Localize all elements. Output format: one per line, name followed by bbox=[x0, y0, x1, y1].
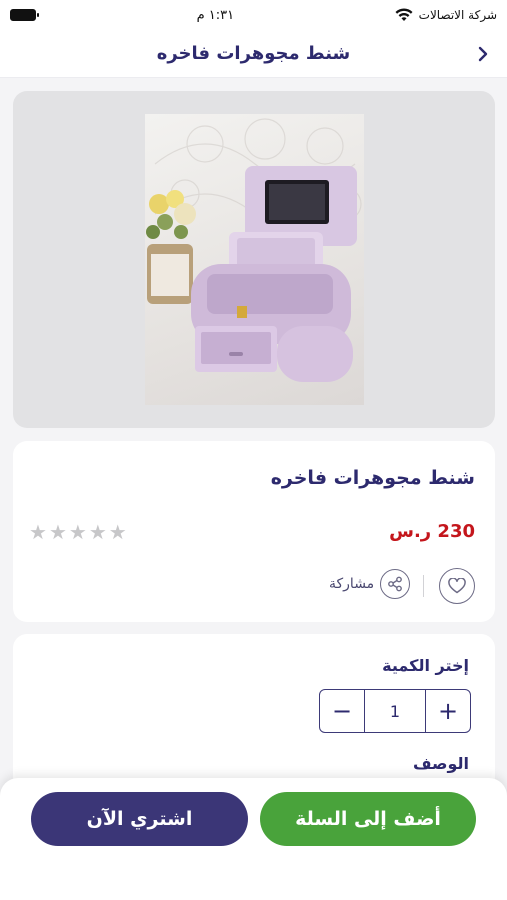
star-icon: ★ bbox=[88, 520, 107, 544]
share-button[interactable]: مشاركة bbox=[329, 569, 411, 599]
favorite-button[interactable] bbox=[439, 568, 475, 604]
bottom-action-bar: اشتري الآن أضف إلى السلة bbox=[0, 778, 507, 900]
quantity-value[interactable]: 1 bbox=[364, 690, 426, 732]
carrier-name: شركة الاتصالات bbox=[418, 8, 497, 22]
star-icon: ★ bbox=[29, 520, 47, 544]
share-icon bbox=[380, 569, 411, 599]
decrease-button[interactable]: − bbox=[320, 690, 364, 732]
description-label: الوصف bbox=[412, 754, 469, 773]
quantity-label: إختر الكمية bbox=[382, 656, 469, 675]
nav-bar: شنط مجوهرات فاخره bbox=[0, 30, 507, 78]
star-icon: ★ bbox=[108, 520, 127, 544]
star-icon: ★ bbox=[68, 520, 87, 544]
status-right: شركة الاتصالات bbox=[395, 8, 497, 22]
chevron-right-icon bbox=[478, 46, 488, 62]
product-price: 230 ر.س bbox=[389, 521, 475, 542]
rating-stars[interactable]: ★ ★ ★ ★ ★ bbox=[29, 521, 127, 543]
jewelry-box-illustration bbox=[146, 118, 362, 382]
buy-now-button[interactable]: اشتري الآن bbox=[31, 792, 248, 846]
star-icon: ★ bbox=[48, 520, 67, 544]
increase-button[interactable]: + bbox=[426, 690, 470, 732]
product-title: شنط مجوهرات فاخره bbox=[270, 467, 475, 489]
product-image[interactable] bbox=[145, 114, 364, 405]
wifi-icon bbox=[395, 8, 413, 21]
product-info-card: شنط مجوهرات فاخره 230 ر.س ★ ★ ★ ★ ★ مشار… bbox=[13, 441, 495, 622]
status-bar: ١:٣١ م شركة الاتصالات bbox=[0, 0, 507, 30]
heart-icon bbox=[448, 578, 466, 594]
status-time: ١:٣١ م bbox=[196, 7, 235, 23]
battery-icon bbox=[10, 9, 39, 21]
page-title: شنط مجوهرات فاخره bbox=[156, 43, 351, 64]
share-label: مشاركة bbox=[329, 576, 375, 592]
action-divider bbox=[423, 575, 424, 597]
add-to-cart-button[interactable]: أضف إلى السلة bbox=[260, 792, 476, 846]
product-image-card bbox=[13, 91, 495, 428]
back-button[interactable] bbox=[471, 42, 495, 66]
quantity-stepper: − 1 + bbox=[319, 689, 471, 733]
